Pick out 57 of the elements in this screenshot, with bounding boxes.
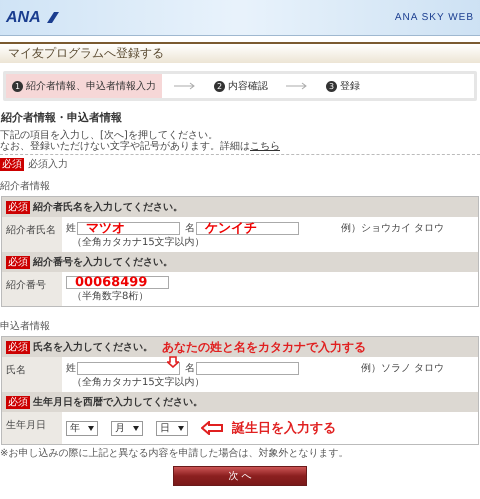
required-badge: 必須: [6, 256, 30, 268]
required-badge: 必須: [0, 158, 24, 170]
date-select[interactable]: 月: [111, 420, 143, 436]
prompt-text: 氏名を入力してください。: [33, 340, 153, 354]
given-name-field[interactable]: ケンイチ: [196, 222, 299, 234]
date-select[interactable]: 年: [66, 420, 98, 436]
intro-text: なお、登録いただけない文字や記号があります。詳細は: [0, 141, 250, 152]
hint-text: （全角カタカナ15文字以内）: [72, 236, 206, 249]
right-arrow-icon: [286, 82, 308, 90]
section-label: 紹介者情報: [0, 180, 51, 193]
given-name-label: 名: [185, 222, 195, 235]
dropdown-arrow-icon: [178, 426, 184, 430]
annotation-text: あなたの姓と名をカタカナで入力する: [162, 339, 366, 356]
dropdown-arrow-icon: [133, 426, 139, 430]
given-name-label: 名: [185, 362, 195, 375]
example-text: 例）ショウカイ タロウ: [340, 222, 444, 235]
prompt-text: 紹介者氏名を入力してください。: [33, 200, 183, 214]
surname-label: 姓: [66, 362, 76, 375]
referral-number-field[interactable]: 00068499: [66, 276, 169, 289]
step: 1 紹介者情報、申込者情報入力: [6, 74, 162, 98]
step-number: 3: [326, 80, 337, 92]
field-label: 生年月日: [2, 412, 62, 444]
required-badge: 必須: [6, 396, 30, 408]
dropdown-arrow-icon: [88, 426, 94, 430]
section-heading: 紹介者情報・申込者情報: [1, 110, 123, 125]
next-button[interactable]: 次 へ: [173, 466, 307, 486]
given-name-field[interactable]: [196, 362, 299, 374]
logo-text: ANA: [6, 8, 41, 26]
legend-text: 必須入力: [28, 158, 68, 171]
hint-text: （半角数字8桁）: [72, 290, 150, 303]
annotation-text: 誕生日を入力する: [232, 420, 336, 437]
surname-field[interactable]: [77, 362, 180, 374]
site-name: ANA SKY WEB: [394, 12, 474, 23]
details-link[interactable]: こちら: [250, 141, 280, 152]
down-arrow-icon: [167, 356, 179, 368]
surname-label: 姓: [66, 222, 76, 235]
right-arrow-icon: [174, 82, 196, 90]
required-badge: 必須: [6, 200, 30, 214]
left-arrow-icon: [201, 421, 223, 435]
field-label: 氏名: [2, 357, 62, 392]
step-number: 2: [214, 80, 225, 92]
surname-field[interactable]: マツオ: [77, 222, 180, 234]
step: 2 内容確認: [208, 74, 274, 98]
hint-text: （全角カタカナ15文字以内）: [72, 376, 206, 389]
field-label: 紹介者氏名: [2, 217, 62, 252]
intro-text: 下記の項目を入力し、[次へ]を押してください。: [0, 130, 219, 141]
prompt-text: 生年月日を西暦で入力してください。: [33, 396, 203, 409]
prompt-text: 紹介番号を入力してください。: [33, 256, 173, 269]
page-title: マイ友プログラムへ登録する: [0, 42, 480, 63]
step: 3 登録: [320, 74, 366, 98]
required-badge: 必須: [6, 340, 30, 354]
note-text: ※お申し込みの際に上記と異なる内容を申請した場合は、対象外となります。: [0, 446, 350, 460]
example-text: 例）ソラノ タロウ: [360, 362, 444, 375]
field-label: 紹介番号: [2, 272, 62, 306]
section-label: 申込者情報: [0, 320, 51, 333]
step-number: 1: [12, 80, 23, 92]
date-select[interactable]: 日: [156, 420, 188, 436]
